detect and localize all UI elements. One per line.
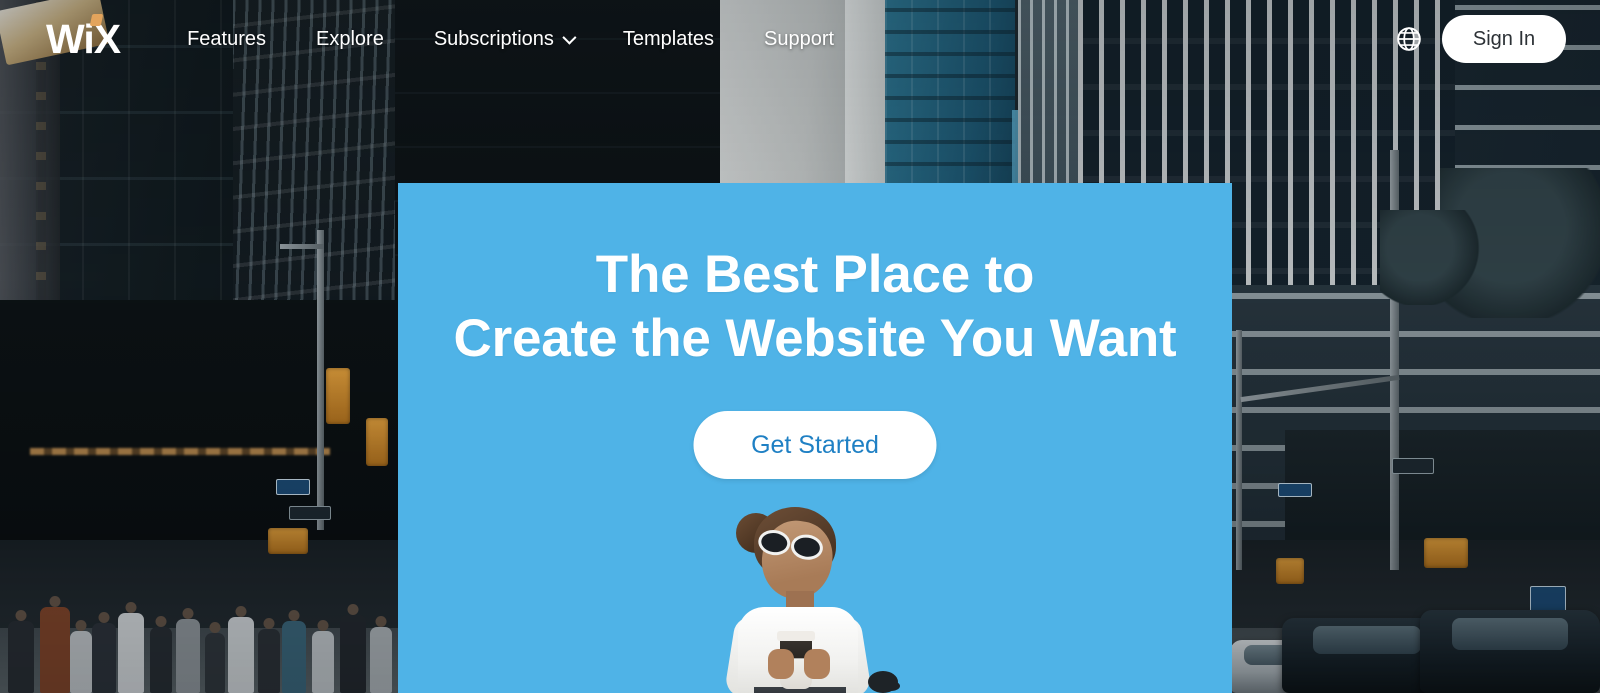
hero-title-line-1: The Best Place to bbox=[595, 245, 1035, 304]
get-started-button[interactable]: Get Started bbox=[693, 411, 937, 479]
landing-page: The Best Place to Create the Website You… bbox=[0, 0, 1600, 693]
bicycle-part bbox=[868, 671, 898, 693]
nav-item-label: Explore bbox=[316, 27, 384, 50]
hand-right bbox=[804, 649, 830, 679]
nav-item-label: Subscriptions bbox=[433, 27, 554, 50]
chevron-down-icon bbox=[562, 30, 577, 45]
top-navigation-bar: WiX Features Explore Subscriptions Templ… bbox=[0, 0, 1600, 78]
nav-item-features[interactable]: Features bbox=[162, 28, 291, 51]
hero-title-line-2: Create the Website You Want bbox=[453, 309, 1177, 368]
wix-logo-text: WiX bbox=[46, 15, 121, 62]
nav-item-subscriptions[interactable]: Subscriptions bbox=[409, 28, 598, 51]
sign-in-button[interactable]: Sign In bbox=[1442, 15, 1566, 63]
nav-item-label: Templates bbox=[622, 27, 715, 50]
wix-logo[interactable]: WiX bbox=[46, 13, 121, 62]
page-title: The Best Place to Create the Website You… bbox=[398, 243, 1232, 371]
hand-left bbox=[768, 649, 794, 679]
nav-item-explore[interactable]: Explore bbox=[291, 28, 409, 51]
hero-person-photo bbox=[700, 499, 930, 693]
nav-links: Features Explore Subscriptions Templates… bbox=[162, 28, 859, 51]
hero-panel: The Best Place to Create the Website You… bbox=[398, 183, 1232, 693]
nav-item-label: Support bbox=[764, 27, 835, 50]
nav-right-group: Sign In bbox=[1396, 15, 1566, 63]
nav-item-support[interactable]: Support bbox=[739, 28, 859, 51]
nav-item-templates[interactable]: Templates bbox=[598, 28, 739, 51]
globe-icon[interactable] bbox=[1396, 26, 1422, 52]
nav-item-label: Features bbox=[187, 27, 267, 50]
